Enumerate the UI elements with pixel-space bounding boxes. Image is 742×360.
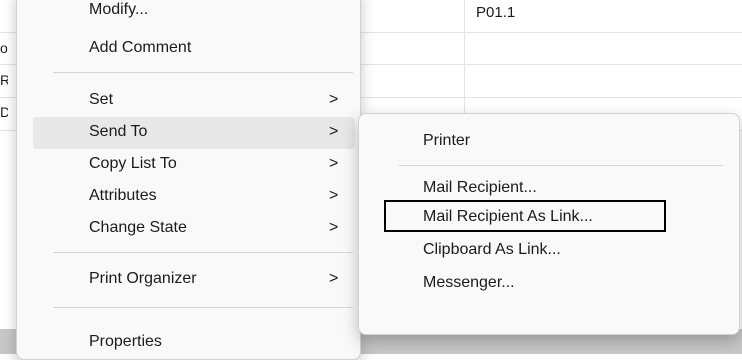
menu-item-label: Set — [89, 91, 114, 108]
chevron-right-icon: > — [329, 219, 339, 236]
menu-item-properties[interactable]: Properties — [33, 327, 355, 359]
submenu-item-label: Messenger... — [423, 274, 515, 291]
menu-item-set[interactable]: Set > — [33, 85, 355, 117]
highlight-box — [384, 200, 666, 232]
table-cell-edge: o — [0, 40, 8, 56]
submenu-separator — [399, 165, 723, 166]
table-cell-edge: R — [0, 72, 8, 88]
submenu-item-clipboard-as-link[interactable]: Clipboard As Link... — [365, 234, 731, 266]
menu-separator — [53, 307, 353, 308]
table-cell-edge: D — [0, 104, 8, 120]
send-to-submenu: Printer Mail Recipient... Mail Recipient… — [358, 113, 740, 335]
menu-item-attributes[interactable]: Attributes > — [33, 181, 355, 213]
menu-item-label: Properties — [89, 333, 162, 350]
menu-item-label: Send To — [89, 123, 148, 140]
menu-item-change-state[interactable]: Change State > — [33, 213, 355, 245]
menu-separator — [53, 252, 353, 253]
menu-item-copy-list-to[interactable]: Copy List To > — [33, 149, 355, 181]
submenu-item-label: Mail Recipient... — [423, 179, 537, 196]
submenu-item-printer[interactable]: Printer — [365, 125, 731, 157]
context-menu: Modify... Add Comment Set > Send To > Co… — [16, 0, 361, 360]
menu-item-print-organizer[interactable]: Print Organizer > — [33, 264, 355, 296]
menu-item-label: Copy List To — [89, 155, 177, 172]
submenu-item-label: Clipboard As Link... — [423, 241, 561, 258]
chevron-right-icon: > — [329, 155, 339, 172]
menu-item-add-comment[interactable]: Add Comment — [33, 33, 355, 65]
menu-item-label: Attributes — [89, 187, 157, 204]
chevron-right-icon: > — [329, 270, 339, 287]
table-cell[interactable]: P01.1 — [476, 4, 515, 21]
submenu-item-messenger[interactable]: Messenger... — [365, 267, 731, 299]
menu-item-label: Print Organizer — [89, 270, 197, 287]
menu-item-label: Modify... — [89, 1, 149, 18]
chevron-right-icon: > — [329, 123, 339, 140]
menu-item-label: Change State — [89, 219, 187, 236]
menu-item-modify[interactable]: Modify... — [33, 1, 355, 33]
menu-item-label: Add Comment — [89, 39, 192, 56]
menu-separator — [53, 72, 353, 73]
menu-item-send-to[interactable]: Send To > — [33, 117, 355, 149]
chevron-right-icon: > — [329, 91, 339, 108]
chevron-right-icon: > — [329, 187, 339, 204]
submenu-item-label: Printer — [423, 132, 471, 149]
